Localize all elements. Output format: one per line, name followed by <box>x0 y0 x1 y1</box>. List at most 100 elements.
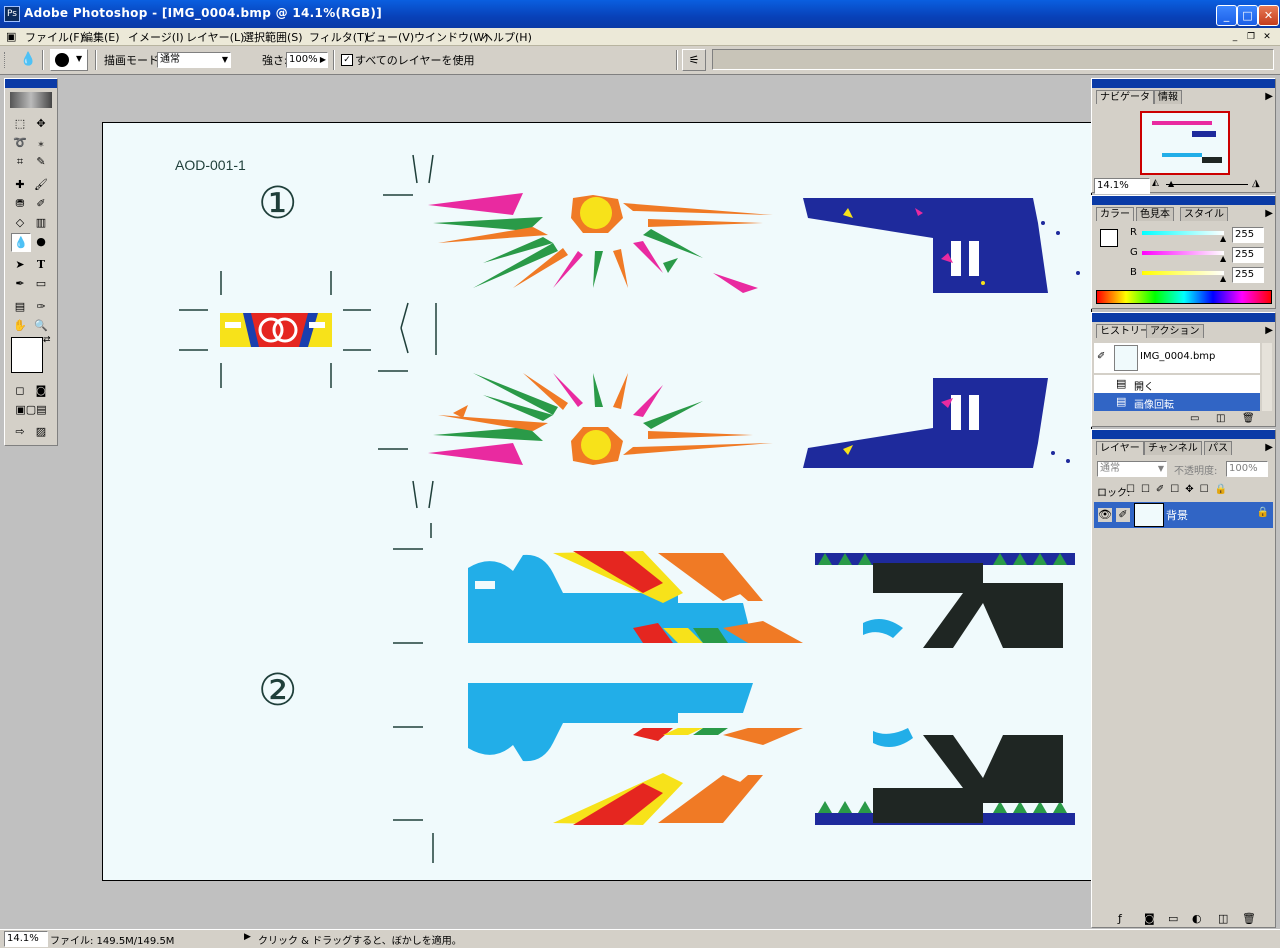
move-tool-icon[interactable]: ✥ <box>32 115 50 132</box>
document-canvas[interactable]: AOD-001-1 ① ② <box>102 122 1092 881</box>
marquee-tool-icon[interactable]: ⬚ <box>11 115 29 132</box>
tab-color[interactable]: カラー <box>1096 207 1134 221</box>
magic-wand-icon[interactable]: ⁎ <box>32 134 50 151</box>
imageready-icon[interactable]: ▨ <box>32 423 50 440</box>
doc-minimize-icon[interactable]: _ <box>1228 31 1242 44</box>
type-tool-icon[interactable]: T <box>32 256 50 273</box>
swap-colors-icon[interactable]: ⇄ <box>43 335 51 345</box>
palette-well[interactable] <box>712 49 1274 70</box>
all-layers-checkbox[interactable]: ✓ <box>341 54 353 66</box>
g-value-field[interactable]: 255 <box>1232 247 1264 263</box>
lasso-tool-icon[interactable]: ➰ <box>11 134 29 151</box>
gradient-tool-icon[interactable]: ▥ <box>32 214 50 231</box>
trash-icon[interactable]: 🗑 <box>1242 413 1255 424</box>
status-menu-icon[interactable]: ▶ <box>244 932 251 942</box>
history-snapshot-row[interactable]: ✐ IMG_0004.bmp <box>1094 343 1260 373</box>
menu-filter[interactable]: フィルタ(T) <box>309 29 368 45</box>
blend-mode-select[interactable]: 通常 ▼ <box>1097 461 1167 477</box>
history-item-rotate[interactable]: ▤ 画像回転 <box>1094 393 1260 411</box>
menu-window[interactable]: ウインドウ(W) <box>414 29 488 45</box>
dodge-tool-icon[interactable]: ● <box>32 233 50 250</box>
palette-well-button[interactable]: ⚟ <box>682 49 706 71</box>
document-icon[interactable]: ▣ <box>6 30 16 43</box>
color-fg-swatch[interactable] <box>1100 229 1118 247</box>
eyedropper-icon[interactable]: ✑ <box>32 298 50 315</box>
history-header[interactable] <box>1092 313 1275 322</box>
healing-brush-icon[interactable]: ✚ <box>11 176 29 193</box>
standard-mode-icon[interactable]: ◻ <box>11 382 29 399</box>
hand-tool-icon[interactable]: ✋ <box>11 317 29 334</box>
foreground-color-swatch[interactable] <box>11 337 43 373</box>
color-ramp[interactable] <box>1096 290 1272 304</box>
screen-mode-icons[interactable]: ▣▢▤ <box>11 401 51 418</box>
menu-view[interactable]: ビュー(V) <box>365 29 414 45</box>
eraser-tool-icon[interactable]: ◇ <box>11 214 29 231</box>
options-grip[interactable] <box>4 52 9 68</box>
tab-paths[interactable]: パス <box>1204 441 1232 455</box>
layer-style-icon[interactable]: ƒ <box>1118 912 1122 925</box>
zoom-in-icon[interactable]: ◮ <box>1252 178 1260 189</box>
adobe-online-icon[interactable] <box>10 92 52 108</box>
menu-select[interactable]: 選択範囲(S) <box>243 29 303 45</box>
crop-tool-icon[interactable]: ⌗ <box>11 153 29 170</box>
b-slider-thumb[interactable]: ▲ <box>1220 274 1226 283</box>
new-document-icon[interactable]: ▭ <box>1190 413 1199 424</box>
shape-tool-icon[interactable]: ▭ <box>32 275 50 292</box>
navigator-thumbnail[interactable] <box>1140 111 1230 175</box>
palette-menu-icon[interactable]: ▶ <box>1265 91 1273 102</box>
notes-tool-icon[interactable]: ▤ <box>11 298 29 315</box>
layer-visibility-eye-icon[interactable]: 👁 <box>1098 508 1112 522</box>
quick-mask-icon[interactable]: ◙ <box>32 382 50 399</box>
doc-restore-icon[interactable]: ❐ <box>1244 31 1258 44</box>
g-slider-thumb[interactable]: ▲ <box>1220 254 1226 263</box>
new-layer-icon[interactable]: ◫ <box>1218 912 1228 925</box>
zoom-slider-thumb[interactable]: ▲ <box>1168 179 1174 188</box>
palette-menu-icon[interactable]: ▶ <box>1265 208 1273 219</box>
tab-channels[interactable]: チャンネル <box>1144 441 1202 455</box>
tab-swatches[interactable]: 色見本 <box>1136 207 1174 221</box>
r-slider[interactable] <box>1142 231 1224 235</box>
photoshop-app-icon[interactable]: Ps <box>4 6 20 22</box>
adjustment-layer-icon[interactable]: ◐ <box>1192 912 1202 925</box>
tab-styles[interactable]: スタイル <box>1180 207 1228 221</box>
layer-mask-icon[interactable]: ◙ <box>1144 912 1155 925</box>
menu-help[interactable]: ヘルプ(H) <box>482 29 532 45</box>
tab-layers[interactable]: レイヤー <box>1096 441 1144 455</box>
blur-tool-selected-icon[interactable]: 💧 <box>11 233 31 252</box>
zoom-slider[interactable] <box>1166 184 1248 185</box>
history-scrollbar[interactable] <box>1262 343 1272 411</box>
mode-select[interactable]: 通常 ▼ <box>157 52 231 68</box>
b-value-field[interactable]: 255 <box>1232 267 1264 283</box>
g-slider[interactable] <box>1142 251 1224 255</box>
tab-navigator[interactable]: ナビゲータ <box>1096 90 1154 104</box>
r-value-field[interactable]: 255 <box>1232 227 1264 243</box>
zoom-tool-icon[interactable]: 🔍 <box>32 317 50 334</box>
strength-field[interactable]: 100% ▶ <box>286 52 328 68</box>
layer-row-background[interactable]: 👁 ✐ 背景 🔒 <box>1094 502 1273 528</box>
toolbox-header[interactable] <box>5 79 57 88</box>
zoom-out-icon[interactable]: ◭ <box>1152 178 1159 188</box>
navigator-header[interactable] <box>1092 79 1275 88</box>
menu-edit[interactable]: 編集(E) <box>82 29 120 45</box>
maximize-button[interactable]: □ <box>1237 5 1258 26</box>
new-snapshot-icon[interactable]: ◫ <box>1216 413 1225 424</box>
b-slider[interactable] <box>1142 271 1224 275</box>
lock-option-icons[interactable]: ☐☐✐☐✥☐🔒 <box>1126 484 1233 495</box>
brush-tool-icon[interactable]: 🖌 <box>32 176 50 193</box>
history-brush-icon[interactable]: ✐ <box>32 195 50 212</box>
layer-brush-icon[interactable]: ✐ <box>1116 508 1130 522</box>
palette-menu-icon[interactable]: ▶ <box>1265 442 1273 453</box>
layers-header[interactable] <box>1092 430 1275 439</box>
clone-stamp-icon[interactable]: ⛃ <box>11 195 29 212</box>
menu-layer[interactable]: レイヤー(L) <box>186 29 244 45</box>
palette-menu-icon[interactable]: ▶ <box>1265 325 1273 336</box>
tab-actions[interactable]: アクション <box>1146 324 1204 338</box>
r-slider-thumb[interactable]: ▲ <box>1220 234 1226 243</box>
pen-tool-icon[interactable]: ✒ <box>11 275 29 292</box>
close-button[interactable]: ✕ <box>1258 5 1279 26</box>
slice-tool-icon[interactable]: ✎ <box>32 153 50 170</box>
jump-to-imageready-icon[interactable]: ⇨ <box>11 423 29 440</box>
minimize-button[interactable]: _ <box>1216 5 1237 26</box>
menu-image[interactable]: イメージ(I) <box>128 29 184 45</box>
title-bar[interactable]: Ps Adobe Photoshop - [IMG_0004.bmp @ 14.… <box>0 0 1280 28</box>
